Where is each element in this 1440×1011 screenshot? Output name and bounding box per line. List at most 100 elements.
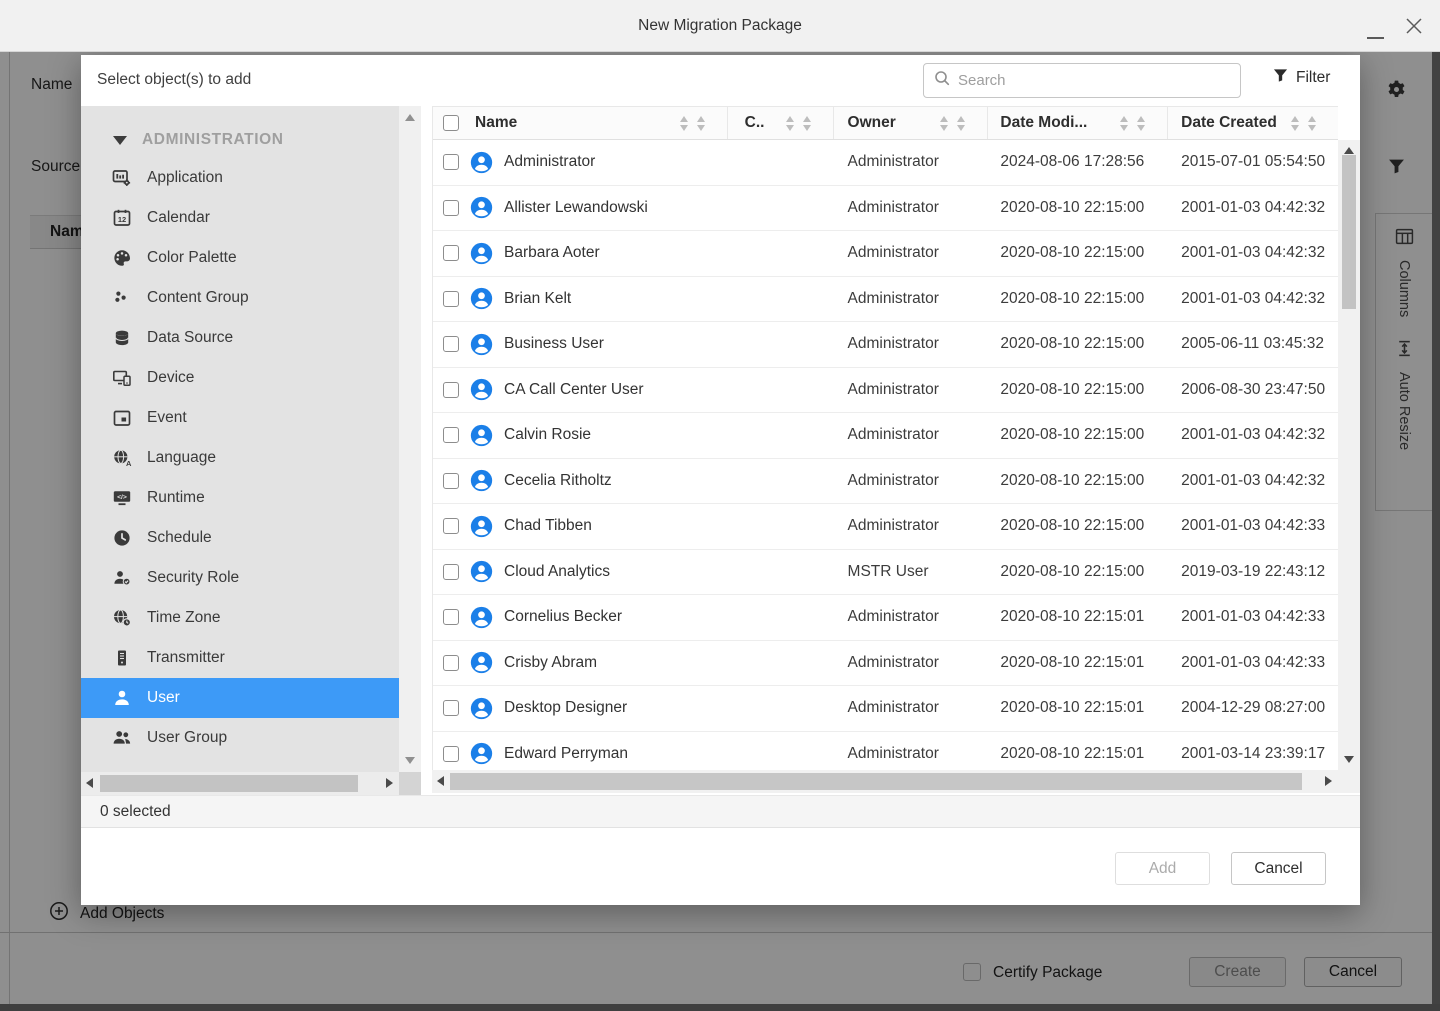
header-date-created[interactable]: Date Created (1168, 107, 1338, 139)
date-created-cell: 2006-08-30 23:47:50 (1168, 381, 1338, 399)
table-row[interactable]: Barbara Aoter Administrator 2020-08-10 2… (433, 231, 1338, 277)
sort-arrows[interactable] (1120, 116, 1145, 131)
cancel-button[interactable]: Cancel (1231, 852, 1326, 885)
row-checkbox[interactable] (443, 382, 459, 398)
content-group-icon (112, 288, 132, 308)
row-checkbox[interactable] (443, 245, 459, 261)
owner-cell: Administrator (834, 745, 989, 763)
row-checkbox[interactable] (443, 336, 459, 352)
date-created-cell: 2001-01-03 04:42:33 (1168, 517, 1338, 535)
table-row[interactable]: Crisby Abram Administrator 2020-08-10 22… (433, 641, 1338, 687)
sidebar-horizontal-scrollbar[interactable] (81, 772, 399, 795)
table-vertical-scrollbar[interactable] (1338, 140, 1360, 770)
object-name: Brian Kelt (504, 290, 571, 308)
sidebar-item-application[interactable]: Application (81, 158, 399, 198)
sidebar-item-schedule[interactable]: Schedule (81, 518, 399, 558)
row-checkbox[interactable] (443, 200, 459, 216)
table-row[interactable]: Desktop Designer Administrator 2020-08-1… (433, 686, 1338, 732)
table-row[interactable]: Business User Administrator 2020-08-10 2… (433, 322, 1338, 368)
user-avatar-icon (470, 560, 493, 583)
row-checkbox[interactable] (443, 291, 459, 307)
scrollbar-corner (1338, 770, 1360, 793)
row-checkbox[interactable] (443, 518, 459, 534)
header-owner[interactable]: Owner (834, 107, 989, 139)
sidebar-item-user[interactable]: User (81, 678, 399, 718)
user-icon (112, 688, 132, 708)
table-row[interactable]: Administrator Administrator 2024-08-06 1… (433, 140, 1338, 186)
sidebar-item-security-role[interactable]: Security Role (81, 558, 399, 598)
search-input[interactable] (958, 72, 1230, 89)
sidebar-item-language[interactable]: A Language (81, 438, 399, 478)
date-created-cell: 2005-06-11 03:45:32 (1168, 335, 1338, 353)
sidebar-item-time-zone[interactable]: Time Zone (81, 598, 399, 638)
sidebar-item-event[interactable]: Event (81, 398, 399, 438)
sidebar-vertical-scrollbar[interactable] (399, 106, 421, 772)
table-row[interactable]: Cloud Analytics MSTR User 2020-08-10 22:… (433, 550, 1338, 596)
sidebar-item-user-group[interactable]: User Group (81, 718, 399, 758)
table-row[interactable]: Chad Tibben Administrator 2020-08-10 22:… (433, 504, 1338, 550)
date-modified-cell: 2020-08-10 22:15:00 (988, 563, 1168, 581)
scroll-up-arrow-icon[interactable] (405, 114, 415, 121)
user-avatar-icon (470, 287, 493, 310)
administration-section[interactable]: ADMINISTRATION (81, 122, 399, 158)
sort-arrows[interactable] (680, 116, 705, 131)
scroll-down-arrow-icon[interactable] (1344, 756, 1354, 763)
object-name: Edward Perryman (504, 745, 628, 763)
sidebar-item-transmitter[interactable]: Transmitter (81, 638, 399, 678)
time-zone-icon (112, 608, 132, 628)
date-created-cell: 2019-03-19 22:43:12 (1168, 563, 1338, 581)
table-row[interactable]: Cornelius Becker Administrator 2020-08-1… (433, 595, 1338, 641)
select-all-checkbox[interactable] (443, 115, 459, 131)
table-horizontal-scrollbar[interactable] (432, 770, 1338, 793)
sidebar-item-device[interactable]: Device (81, 358, 399, 398)
color-palette-icon (112, 248, 132, 268)
table-row[interactable]: Allister Lewandowski Administrator 2020-… (433, 186, 1338, 232)
sidebar-item-color-palette[interactable]: Color Palette (81, 238, 399, 278)
scroll-right-arrow-icon[interactable] (1325, 776, 1332, 786)
close-icon[interactable] (1403, 15, 1425, 37)
scroll-down-arrow-icon[interactable] (405, 757, 415, 764)
table-row[interactable]: CA Call Center User Administrator 2020-0… (433, 368, 1338, 414)
object-name: Business User (504, 335, 604, 353)
scroll-left-arrow-icon[interactable] (437, 776, 444, 786)
header-certified[interactable]: C.. (728, 107, 834, 139)
table-hscroll-thumb[interactable] (450, 773, 1302, 790)
filter-button[interactable]: Filter (1273, 68, 1330, 88)
sidebar-hscroll-thumb[interactable] (100, 775, 358, 792)
row-checkbox[interactable] (443, 427, 459, 443)
row-checkbox[interactable] (443, 564, 459, 580)
object-name: Chad Tibben (504, 517, 592, 535)
table-row[interactable]: Brian Kelt Administrator 2020-08-10 22:1… (433, 277, 1338, 323)
scroll-up-arrow-icon[interactable] (1344, 147, 1354, 154)
object-name: Crisby Abram (504, 654, 597, 672)
scroll-left-arrow-icon[interactable] (86, 778, 93, 788)
header-date-modified[interactable]: Date Modi... (988, 107, 1168, 139)
add-button[interactable]: Add (1115, 852, 1210, 885)
sidebar-item-runtime[interactable]: </> Runtime (81, 478, 399, 518)
date-created-cell: 2001-01-03 04:42:32 (1168, 472, 1338, 490)
owner-cell: Administrator (834, 381, 989, 399)
date-created-cell: 2015-07-01 05:54:50 (1168, 153, 1338, 171)
scroll-right-arrow-icon[interactable] (386, 778, 393, 788)
sort-arrows[interactable] (940, 116, 965, 131)
header-name[interactable]: Name (433, 107, 728, 139)
table-vscroll-thumb[interactable] (1342, 155, 1356, 309)
row-checkbox[interactable] (443, 700, 459, 716)
row-checkbox[interactable] (443, 609, 459, 625)
date-modified-cell: 2020-08-10 22:15:01 (988, 608, 1168, 626)
minimize-icon[interactable] (1367, 37, 1384, 39)
sidebar-item-calendar[interactable]: 12 Calendar (81, 198, 399, 238)
date-created-cell: 2001-01-03 04:42:33 (1168, 608, 1338, 626)
table-row[interactable]: Calvin Rosie Administrator 2020-08-10 22… (433, 413, 1338, 459)
sort-arrows[interactable] (786, 116, 811, 131)
table-row[interactable]: Cecelia Ritholtz Administrator 2020-08-1… (433, 459, 1338, 505)
sidebar-item-data-source[interactable]: Data Source (81, 318, 399, 358)
sort-arrows[interactable] (1291, 116, 1316, 131)
user-avatar-icon (470, 424, 493, 447)
row-checkbox[interactable] (443, 473, 459, 489)
row-checkbox[interactable] (443, 655, 459, 671)
sidebar-item-content-group[interactable]: Content Group (81, 278, 399, 318)
table-row[interactable]: Edward Perryman Administrator 2020-08-10… (433, 732, 1338, 771)
row-checkbox[interactable] (443, 746, 459, 762)
row-checkbox[interactable] (443, 154, 459, 170)
